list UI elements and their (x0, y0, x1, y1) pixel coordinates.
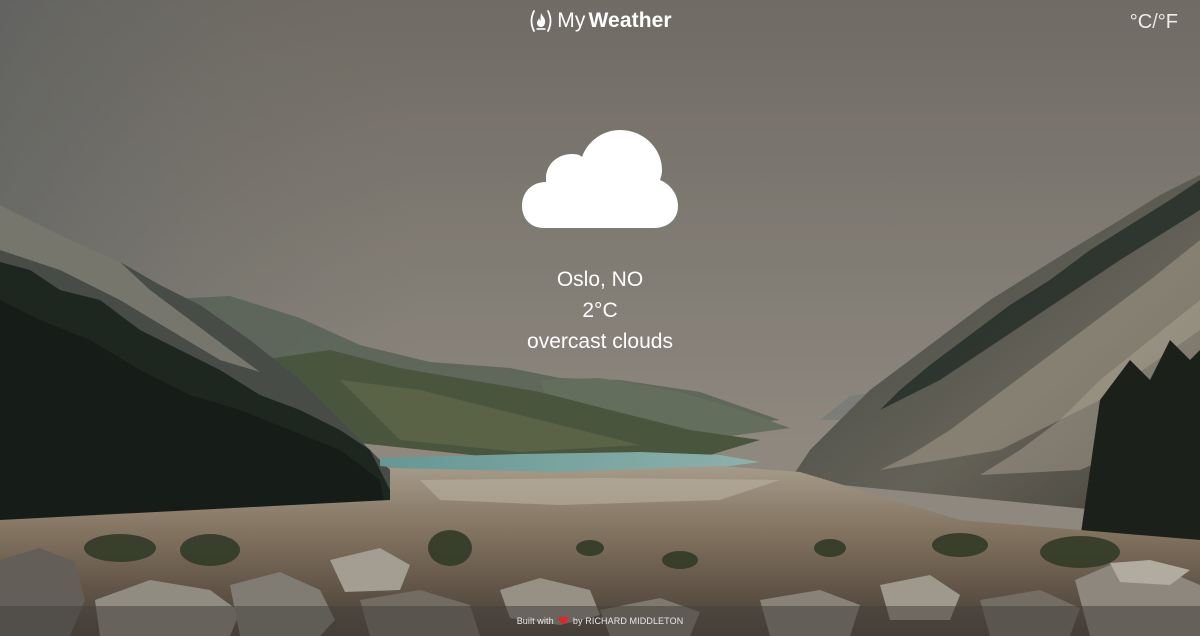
unit-celsius-option[interactable]: °C (1130, 11, 1152, 33)
unit-fahrenheit-option[interactable]: °F (1158, 11, 1178, 33)
temperature-value: 2°C (582, 299, 618, 322)
footer-by: by (572, 616, 583, 626)
unit-separator: / (1152, 11, 1158, 33)
heart-icon (558, 616, 569, 625)
brand-name-suffix: Weather (588, 9, 672, 32)
unit-toggle[interactable]: °C/°F (1130, 10, 1178, 34)
brand-inner: My Weather (528, 8, 672, 34)
app-root: My Weather °C/°F Oslo, NO 2°C overcast cl… (0, 0, 1200, 636)
footer-author-link[interactable]: RICHARD MIDDLETON (585, 616, 683, 626)
location-label: Oslo, NO (556, 268, 644, 291)
weather-details: Oslo, NO 2°C overcast clouds (0, 264, 1200, 357)
footer-bar: Built with by RICHARD MIDDLETON (0, 606, 1200, 636)
brand-name-prefix: My (557, 9, 586, 32)
flame-icon (530, 10, 552, 32)
footer-built-with: Built with (516, 616, 554, 626)
brand-logo[interactable]: My Weather (0, 8, 1200, 40)
weather-description: overcast clouds (527, 330, 673, 353)
weather-panel: Oslo, NO 2°C overcast clouds (0, 128, 1200, 357)
cloud-icon (522, 130, 678, 228)
